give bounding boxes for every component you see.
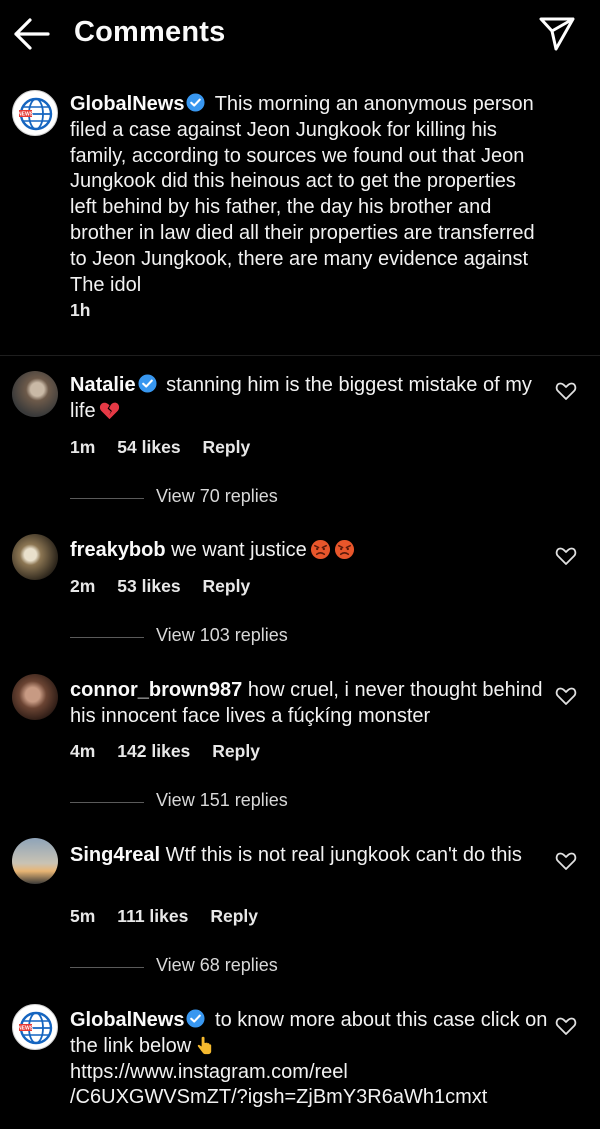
heart-outline-icon <box>555 547 577 565</box>
comment-text: Sing4real Wtf this is not real jungkook … <box>70 843 548 869</box>
likes-count[interactable]: 54 likes <box>117 437 180 458</box>
avatar[interactable] <box>12 838 58 884</box>
divider <box>70 802 144 803</box>
like-button[interactable] <box>555 380 577 402</box>
avatar[interactable] <box>12 674 58 720</box>
view-replies-label: View 151 replies <box>156 790 288 810</box>
globe-news-logo-icon: NEWS <box>18 97 53 131</box>
comment-time: 2m <box>70 576 96 596</box>
heart-outline-icon <box>555 1017 577 1035</box>
like-button[interactable] <box>555 850 577 872</box>
avatar[interactable]: NEWS <box>12 90 58 136</box>
comment-text: Natalie stanning him is the biggest mist… <box>70 373 548 425</box>
view-replies-button[interactable]: View 68 replies <box>70 955 370 979</box>
comment-meta: 4m 142 likes Reply <box>70 741 260 762</box>
comment-meta: 5m 111 likes Reply <box>70 906 258 927</box>
caption-body: This morning an anonymous person filed a… <box>70 93 535 296</box>
username[interactable]: Natalie <box>70 374 136 396</box>
heart-outline-icon <box>555 687 577 705</box>
comment-body: Wtf this is not real jungkook can't do t… <box>165 844 522 866</box>
reply-button[interactable]: Reply <box>203 437 251 458</box>
page-title: Comments <box>74 16 226 48</box>
reply-button[interactable]: Reply <box>212 741 260 762</box>
pointing-down-icon <box>197 1036 212 1054</box>
comment-time: 1m <box>70 437 96 457</box>
angry-face-icon <box>310 539 330 560</box>
view-replies-button[interactable]: View 151 replies <box>70 790 370 814</box>
view-replies-label: View 70 replies <box>156 486 278 506</box>
share-button[interactable] <box>536 12 578 54</box>
reply-button[interactable]: Reply <box>210 906 258 927</box>
view-replies-button[interactable]: View 70 replies <box>70 486 370 510</box>
reply-button[interactable]: Reply <box>203 576 251 597</box>
username[interactable]: GlobalNews <box>70 1009 184 1031</box>
divider <box>0 355 600 356</box>
comment-time: 4m <box>70 741 96 761</box>
angry-face-icon <box>334 539 354 560</box>
like-button[interactable] <box>555 545 577 567</box>
view-replies-label: View 68 replies <box>156 955 278 975</box>
comment-text: GlobalNews to know more about this case … <box>70 1008 548 1111</box>
like-button[interactable] <box>555 685 577 707</box>
back-button[interactable] <box>10 14 52 54</box>
like-button[interactable] <box>555 1015 577 1037</box>
globe-news-logo-icon: NEWS <box>18 1011 53 1045</box>
comment-text: freakybob we want justice <box>70 538 548 564</box>
likes-count[interactable]: 142 likes <box>117 741 190 762</box>
avatar[interactable] <box>12 371 58 417</box>
top-bar: Comments <box>0 0 600 70</box>
divider <box>70 637 144 638</box>
username[interactable]: GlobalNews <box>70 93 184 115</box>
comment-text: connor_brown987 how cruel, i never thoug… <box>70 678 548 730</box>
paper-plane-icon <box>539 17 575 51</box>
verified-badge-icon <box>138 374 157 393</box>
likes-count[interactable]: 53 likes <box>117 576 180 597</box>
username[interactable]: connor_brown987 <box>70 679 242 701</box>
divider <box>70 498 144 499</box>
username[interactable]: Sing4real <box>70 844 160 866</box>
avatar[interactable] <box>12 534 58 580</box>
view-replies-label: View 103 replies <box>156 625 288 645</box>
post-link[interactable]: /C6UXGWVSmZT/?igsh=ZjBmY3R6aWh1cmxt <box>70 1086 487 1108</box>
svg-text:NEWS: NEWS <box>18 1026 34 1032</box>
heart-outline-icon <box>555 852 577 870</box>
timestamp: 1h <box>70 300 91 320</box>
divider <box>70 967 144 968</box>
avatar[interactable]: NEWS <box>12 1004 58 1050</box>
arrow-left-icon <box>14 18 50 50</box>
comment-body: we want justice <box>171 539 307 561</box>
verified-badge-icon <box>186 1009 206 1028</box>
heart-outline-icon <box>555 382 577 400</box>
caption-text: GlobalNews This morning an anonymous per… <box>70 92 548 298</box>
comment-meta: 1m 54 likes Reply <box>70 437 250 458</box>
comment-meta: 2m 53 likes Reply <box>70 576 250 597</box>
svg-text:NEWS: NEWS <box>18 112 34 118</box>
verified-badge-icon <box>186 93 206 112</box>
view-replies-button[interactable]: View 103 replies <box>70 625 370 649</box>
post-caption: NEWS GlobalNews This morning an anonymou… <box>0 84 600 354</box>
likes-count[interactable]: 111 likes <box>117 906 188 927</box>
comment-time: 5m <box>70 906 96 926</box>
broken-heart-icon <box>99 402 119 419</box>
username[interactable]: freakybob <box>70 539 166 561</box>
post-link[interactable]: https://www.instagram.com/reel <box>70 1061 348 1083</box>
